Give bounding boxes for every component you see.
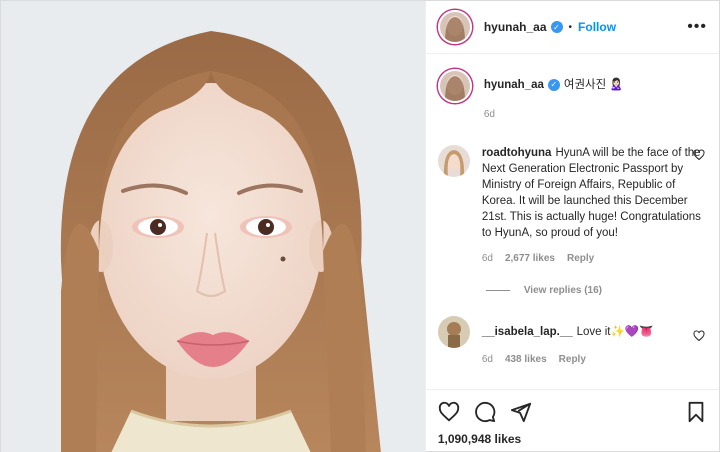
comments-list: hyunah_aa ✓ 여권사진 🙎🏻‍♀️ 6d roadtohyuna HyunA…: [426, 55, 719, 389]
reply-button[interactable]: Reply: [567, 251, 594, 267]
commenter-avatar[interactable]: [437, 316, 470, 348]
portrait-illustration: [1, 1, 425, 452]
comment-item: __isabela_lap.__ Love it✨💜👅 6d 438 likes …: [437, 316, 707, 368]
heart-icon[interactable]: [438, 401, 460, 423]
commenter-username[interactable]: roadtohyuna: [482, 147, 552, 159]
comment-time[interactable]: 6d: [482, 352, 493, 368]
caption-body: hyunah_aa ✓ 여권사진 🙎🏻‍♀️ 6d: [484, 69, 707, 123]
post-header: hyunah_aa ✓ • Follow •••: [425, 1, 719, 54]
caption: hyunah_aa ✓ 여권사진 🙎🏻‍♀️ 6d: [437, 69, 707, 123]
author-avatar[interactable]: [437, 10, 472, 44]
caption-text: 여권사진 🙎🏻‍♀️: [563, 79, 624, 91]
action-bar: [438, 400, 707, 424]
commenter-username[interactable]: __isabela_lap.__: [482, 326, 573, 338]
comment-time[interactable]: 6d: [482, 251, 493, 267]
more-options-icon[interactable]: •••: [687, 18, 707, 36]
verified-badge-icon: ✓: [550, 21, 563, 33]
author-username[interactable]: hyunah_aa: [484, 20, 547, 34]
comment-item: roadtohyuna HyunA will be the face of the…: [437, 145, 707, 267]
comment-icon[interactable]: [474, 401, 496, 423]
commenter-avatar[interactable]: [437, 145, 470, 177]
post-footer: 1,090,948 likes: [425, 389, 719, 452]
caption-username[interactable]: hyunah_aa: [484, 79, 544, 91]
view-replies-label[interactable]: View replies (16): [524, 285, 602, 296]
comment-text: Love it✨💜👅: [576, 326, 654, 338]
heart-icon[interactable]: [693, 330, 705, 342]
post-photo[interactable]: [1, 1, 425, 452]
heart-icon[interactable]: [693, 149, 705, 161]
share-icon[interactable]: [510, 401, 532, 423]
replies-divider: [485, 290, 510, 291]
follow-button[interactable]: Follow: [578, 20, 616, 34]
comment-body: roadtohyuna HyunA will be the face of the…: [482, 145, 707, 267]
caption-time[interactable]: 6d: [484, 107, 495, 123]
caption-avatar[interactable]: [437, 69, 472, 103]
post-likes-count[interactable]: 1,090,948 likes: [438, 432, 707, 446]
bookmark-icon[interactable]: [685, 401, 707, 423]
verified-badge-icon: ✓: [547, 78, 560, 91]
comment-body: __isabela_lap.__ Love it✨💜👅 6d 438 likes …: [482, 316, 707, 368]
post-sidebar: hyunah_aa ✓ • Follow ••• hyunah_aa ✓ 여권사진 …: [424, 1, 719, 452]
comment-text: HyunA will be the face of the Next Gener…: [481, 147, 701, 239]
reply-button[interactable]: Reply: [559, 352, 586, 368]
separator-dot: •: [568, 21, 573, 33]
comment-likes[interactable]: 2,677 likes: [505, 251, 555, 267]
view-replies-button[interactable]: View replies (16): [485, 285, 707, 296]
comment-likes[interactable]: 438 likes: [505, 352, 547, 368]
instagram-post: hyunah_aa ✓ • Follow ••• hyunah_aa ✓ 여권사진 …: [0, 0, 720, 452]
